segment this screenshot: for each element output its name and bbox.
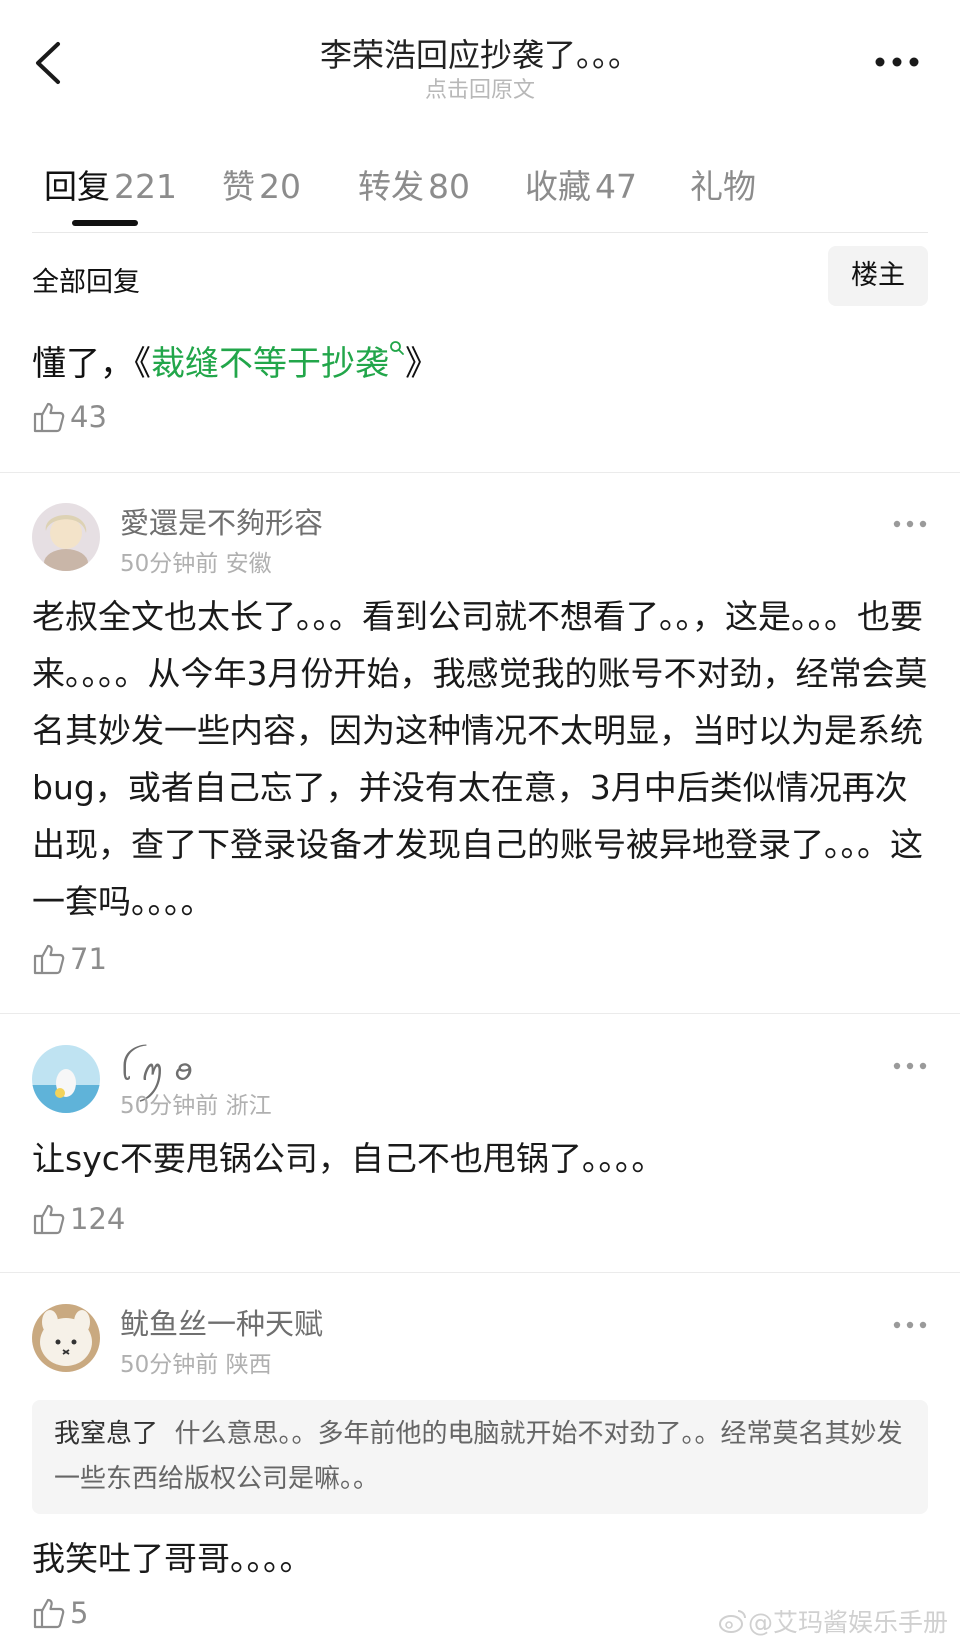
more-icon: [875, 57, 919, 67]
search-icon: [390, 341, 404, 355]
like-button[interactable]: 124: [32, 1202, 125, 1236]
divider: [0, 472, 960, 473]
like-button[interactable]: 43: [32, 400, 107, 434]
username[interactable]: 鱿鱼丝一种天赋: [120, 1301, 323, 1343]
comment-text: 我笑吐了哥哥。。。。: [32, 1539, 313, 1578]
comment-more-button[interactable]: [892, 1315, 928, 1329]
topic-link[interactable]: 裁缝不等于抄袭: [151, 341, 405, 384]
like-count: 124: [70, 1202, 126, 1236]
comment-meta: 50分钟前 安徽: [120, 551, 272, 577]
tab-gifts[interactable]: 礼物: [690, 160, 756, 208]
watermark: @艾玛酱娱乐手册: [718, 1603, 948, 1639]
quoted-reply[interactable]: 我窒息了 什么意思。。多年前他的电脑就开始不对劲了。。经常莫名其妙发一些东西给版…: [32, 1400, 928, 1514]
like-count: 5: [70, 1596, 89, 1630]
avatar[interactable]: [32, 1045, 100, 1113]
tab-reposts[interactable]: 转发 80: [358, 160, 470, 208]
page-title: 李荣浩回应抄袭了。。。: [319, 36, 640, 74]
comment-more-button[interactable]: [892, 1056, 928, 1070]
divider: [0, 1272, 960, 1273]
like-count: 43: [70, 400, 107, 434]
thumb-up-icon: [33, 944, 65, 975]
thumb-up-icon: [33, 1204, 65, 1235]
username[interactable]: 愛還是不夠形容: [120, 500, 323, 542]
tab-likes[interactable]: 赞 20: [222, 160, 301, 208]
op-comment-text: 懂了，《裁缝不等于抄袭》: [32, 336, 439, 385]
comment-meta: 50分钟前 浙江: [120, 1093, 272, 1119]
like-button[interactable]: 5: [32, 1596, 88, 1630]
active-tab-indicator: [72, 220, 138, 226]
tab-replies[interactable]: 回复 221: [44, 160, 177, 208]
divider: [32, 232, 928, 233]
tab-bar: 回复 221 赞 20 转发 80 收藏 47 礼物: [0, 160, 960, 230]
comment-text: 老叔全文也太长了。。。看到公司就不想看了。。，这是。。。也要来。。。。从今年3月…: [32, 597, 928, 921]
weibo-icon: [718, 1610, 746, 1633]
thumb-up-icon: [33, 402, 65, 433]
like-count: 71: [70, 942, 107, 976]
divider: [0, 1013, 960, 1014]
more-button[interactable]: [872, 52, 922, 72]
comment-more-button[interactable]: [892, 514, 928, 528]
more-icon: [893, 1062, 927, 1070]
comment-meta: 50分钟前 陕西: [120, 1352, 272, 1378]
comment-text: 让syc不要甩锅公司，自己不也甩锅了。。。。: [32, 1139, 665, 1178]
tab-favorites[interactable]: 收藏 47: [525, 160, 637, 208]
thumb-up-icon: [33, 1598, 65, 1629]
back-to-original-link[interactable]: 点击回原文: [0, 72, 960, 104]
section-title: 全部回复: [32, 267, 140, 298]
quoted-username: 我窒息了: [54, 1419, 159, 1449]
avatar[interactable]: [32, 1304, 100, 1372]
like-button[interactable]: 71: [32, 942, 107, 976]
more-icon: [893, 520, 927, 528]
op-filter-button[interactable]: 楼主: [828, 246, 928, 306]
more-icon: [893, 1321, 927, 1329]
quoted-reply-text: 我窒息了 什么意思。。多年前他的电脑就开始不对劲了。。经常莫名其妙发一些东西给版…: [54, 1419, 903, 1494]
avatar[interactable]: [32, 503, 100, 571]
